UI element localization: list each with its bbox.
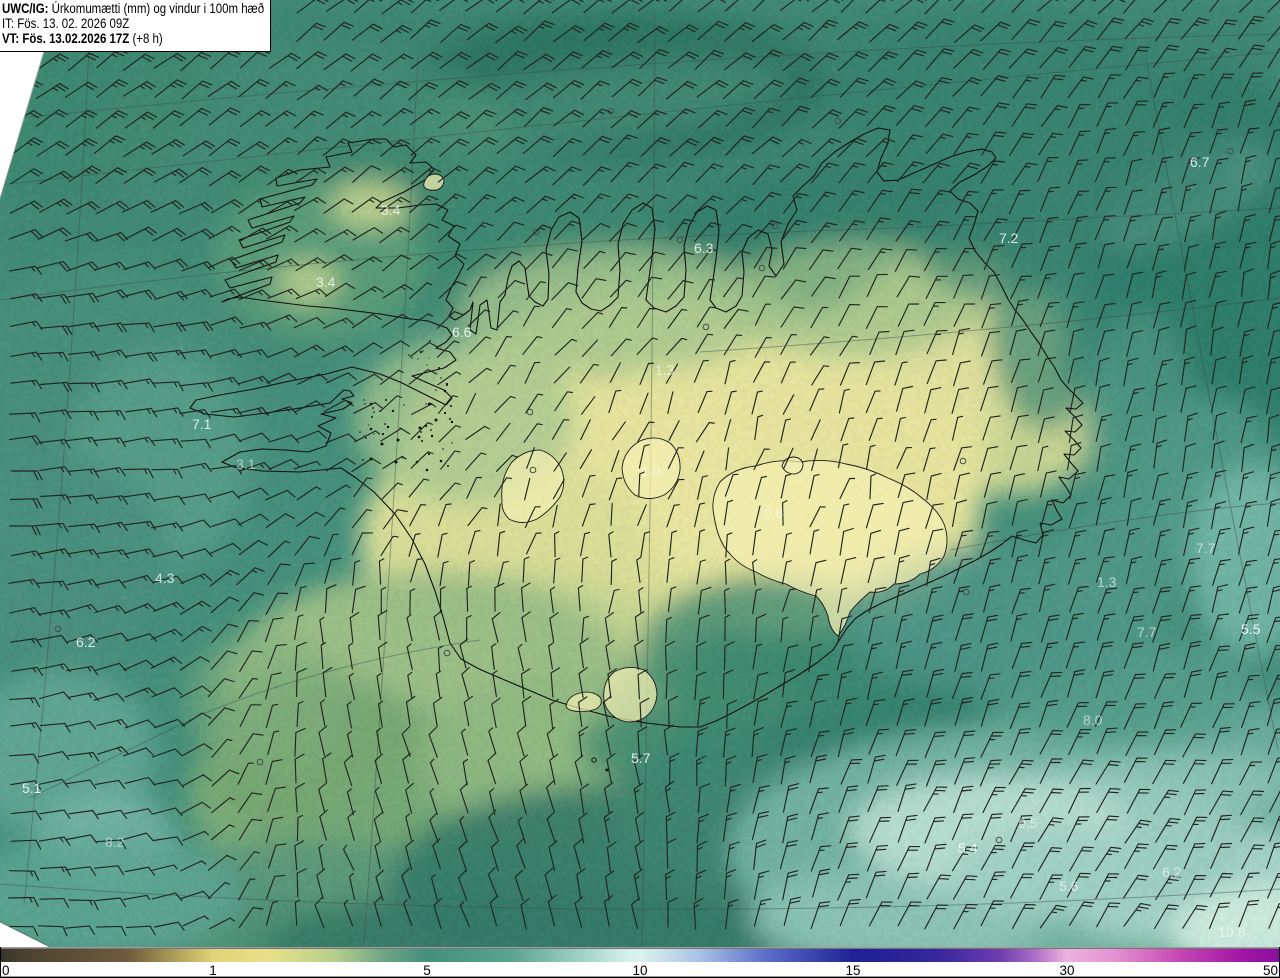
svg-text:5.6: 5.6 [1059,878,1079,894]
svg-text:30: 30 [1059,963,1074,978]
svg-text:10.8: 10.8 [1218,924,1245,940]
svg-text:7.7: 7.7 [1196,540,1216,556]
svg-text:7.1: 7.1 [192,416,212,432]
svg-text:7.2: 7.2 [999,230,1019,246]
svg-text:5.1: 5.1 [22,780,42,796]
svg-text:7.7: 7.7 [1137,624,1157,640]
svg-text:6.6: 6.6 [452,324,472,340]
svg-text:1: 1 [209,963,217,978]
svg-text:9.5: 9.5 [1018,815,1038,831]
svg-text:0.8: 0.8 [764,505,784,521]
svg-text:3.4: 3.4 [381,202,401,218]
svg-text:1.3: 1.3 [655,362,675,378]
svg-text:6.2: 6.2 [76,634,96,650]
svg-text:1.3: 1.3 [1097,574,1117,590]
svg-text:5.4: 5.4 [958,840,978,856]
svg-text:3.4: 3.4 [316,274,336,290]
svg-text:4.3: 4.3 [155,570,175,586]
svg-text:3.1: 3.1 [236,456,256,472]
svg-text:6.2: 6.2 [1162,864,1182,880]
svg-text:5: 5 [423,963,431,978]
svg-text:8.0: 8.0 [1083,712,1103,728]
svg-text:5.7: 5.7 [631,750,651,766]
svg-text:10: 10 [632,963,647,978]
svg-text:15: 15 [845,963,860,978]
svg-text:1.0: 1.0 [641,463,661,479]
svg-text:6.7: 6.7 [1190,154,1210,170]
svg-text:6.3: 6.3 [694,240,714,256]
svg-text:0: 0 [2,963,10,978]
svg-text:50: 50 [1263,963,1278,978]
svg-text:5.5: 5.5 [1241,621,1261,637]
svg-text:8.2: 8.2 [105,834,125,850]
